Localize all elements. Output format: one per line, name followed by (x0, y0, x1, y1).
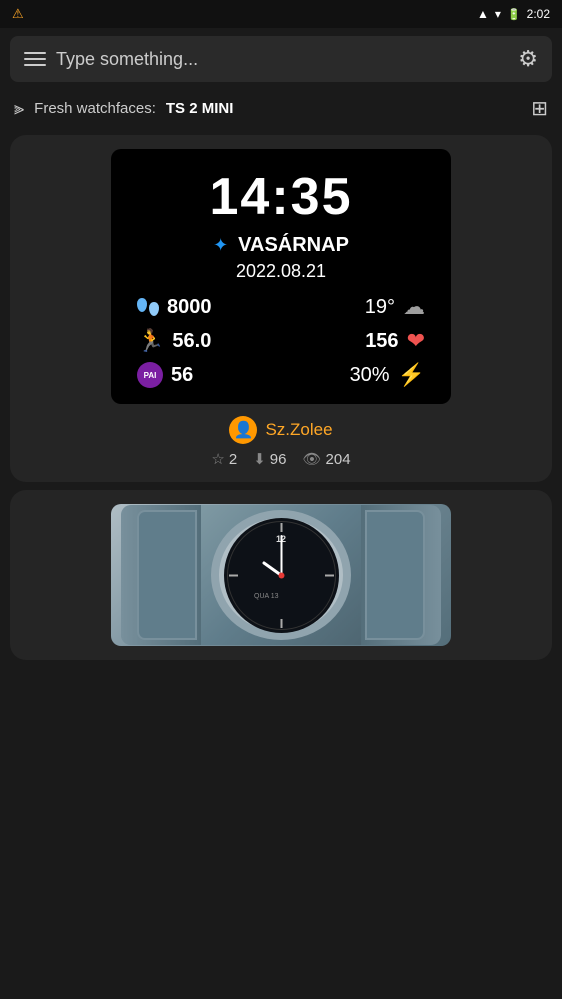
download-icon: ⬇ (253, 450, 266, 468)
wf-time: 14:35 (127, 169, 435, 226)
wf-stat-row-steps: 8000 19° ☁ (127, 294, 435, 320)
star-icon: ☆ (211, 450, 224, 468)
wf-weather-right: 19° ☁ (281, 294, 425, 320)
stat-downloads: ⬇ 96 (253, 450, 286, 468)
watchface-card-2: 12 QUA 13 (10, 490, 552, 660)
creator-row: 👤 Sz.Zolee (229, 416, 332, 444)
views-count: 204 (326, 451, 351, 468)
svg-text:QUA 13: QUA 13 (254, 593, 279, 600)
stars-count: 2 (229, 451, 237, 468)
wf-heart-right: 156 ❤ (281, 328, 425, 354)
filter-bar: ⫸ Fresh watchfaces: TS 2 MINI ⊞ (0, 90, 562, 127)
status-right: ▲ ▾ 🔋 2:02 (477, 7, 550, 21)
wf-distance-value: 56.0 (172, 330, 211, 353)
wf-date: 2022.08.21 (127, 261, 435, 282)
wf-day-row: ✦ VASÁRNAP (127, 234, 435, 257)
watchface-preview: 14:35 ✦ VASÁRNAP 2022.08.21 8000 19° ☁ (111, 149, 451, 404)
wf-heartrate-value: 156 (365, 330, 398, 353)
wf-lightning-icon: ⚡ (398, 362, 425, 388)
stat-views: 👁 204 (302, 450, 350, 468)
stats-row: ☆ 2 ⬇ 96 👁 204 (211, 450, 350, 468)
wf-steps-left: 8000 (137, 296, 281, 319)
wf-runner-icon: 🏃 (137, 328, 164, 354)
wifi-icon: ▾ (495, 7, 501, 21)
wf-pai-badge: PAI (137, 362, 163, 388)
wf-weather-cloud-icon: ☁ (403, 294, 425, 320)
wf-day-name: VASÁRNAP (238, 234, 349, 257)
wf-temp-value: 19° (365, 296, 395, 319)
status-left: ⚠ (12, 6, 24, 22)
wf-stat-row-pai: PAI 56 30% ⚡ (127, 362, 435, 388)
battery-icon: 🔋 (507, 8, 521, 21)
wf-stats: 8000 19° ☁ 🏃 56.0 156 ❤ (127, 294, 435, 388)
search-placeholder-text[interactable]: Type something... (56, 49, 508, 70)
stat-stars: ☆ 2 (211, 450, 237, 468)
wf-pai-left: PAI 56 (137, 362, 281, 388)
signal-icon: ▲ (477, 7, 489, 21)
status-time: 2:02 (527, 7, 550, 21)
wf-battery-value: 30% (350, 364, 390, 387)
wf-bluetooth-icon: ✦ (213, 235, 228, 256)
wf-battery-right: 30% ⚡ (281, 362, 425, 388)
creator-name[interactable]: Sz.Zolee (265, 420, 332, 440)
settings-gear-icon[interactable]: ⚙ (518, 46, 538, 72)
filter-icon[interactable]: ⫸ (14, 98, 24, 119)
filter-value[interactable]: TS 2 MINI (166, 100, 234, 117)
wf-heart-icon: ❤ (407, 328, 425, 354)
status-bar: ⚠ ▲ ▾ 🔋 2:02 (0, 0, 562, 28)
downloads-count: 96 (270, 451, 287, 468)
watchface-card-1: 14:35 ✦ VASÁRNAP 2022.08.21 8000 19° ☁ (10, 135, 552, 482)
grid-view-icon[interactable]: ⊞ (531, 96, 548, 121)
wf-distance-left: 🏃 56.0 (137, 328, 281, 354)
creator-avatar-icon: 👤 (233, 420, 253, 440)
filter-label: Fresh watchfaces: (34, 100, 156, 117)
search-bar: Type something... ⚙ (10, 36, 552, 82)
wf-pai-value: 56 (171, 364, 193, 387)
eye-icon: 👁 (302, 450, 321, 468)
warning-icon: ⚠ (12, 6, 24, 22)
wf-steps-value: 8000 (167, 296, 212, 319)
watchface-preview-2: 12 QUA 13 (111, 504, 451, 646)
creator-avatar: 👤 (229, 416, 257, 444)
wf-steps-icon (137, 298, 159, 316)
wf-stat-row-distance: 🏃 56.0 156 ❤ (127, 328, 435, 354)
hamburger-menu-icon[interactable] (24, 52, 46, 66)
